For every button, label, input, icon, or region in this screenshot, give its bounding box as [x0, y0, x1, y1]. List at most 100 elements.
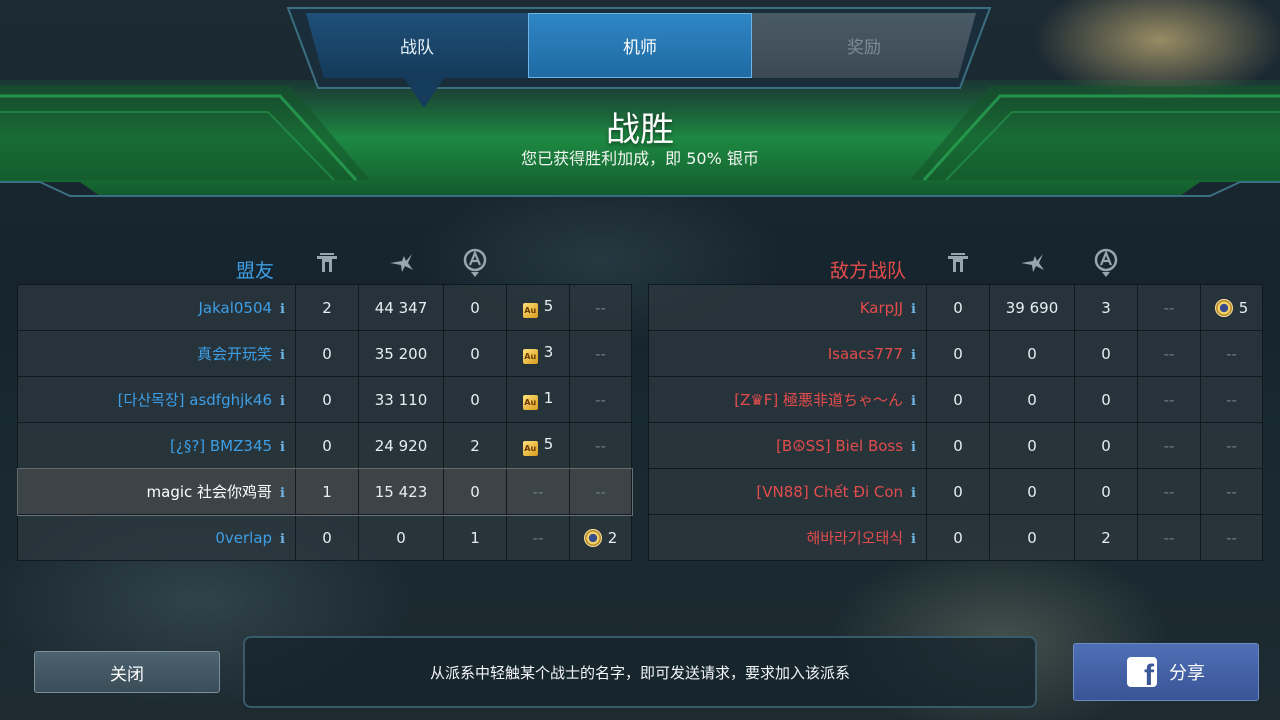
player-kills: 1	[295, 468, 359, 515]
au-icon: Au	[522, 349, 538, 364]
player-damage: 44 347	[358, 284, 444, 331]
info-icon[interactable]: i	[911, 394, 916, 409]
player-kills: 0	[295, 514, 359, 561]
player-name-cell[interactable]: magic 社会你鸡哥 i	[17, 468, 296, 515]
allies-title: 盟友	[235, 260, 274, 282]
player-award: --	[1137, 514, 1201, 561]
player-medal: --	[569, 284, 632, 331]
player-name[interactable]: [VN88] Chết Đi Con	[756, 483, 903, 501]
au-icon: Au	[522, 303, 538, 318]
close-button[interactable]: 关闭	[34, 651, 220, 693]
info-icon[interactable]: i	[911, 486, 916, 501]
info-icon[interactable]: i	[911, 348, 916, 363]
player-beacons: 2	[443, 422, 507, 469]
tab-pilot[interactable]: 机师	[528, 13, 752, 78]
player-award: --	[1137, 468, 1201, 515]
player-name-cell[interactable]: [다산목장] asdfghjk46 i	[17, 376, 296, 423]
au-icon: Au	[522, 441, 538, 456]
table-row: 0verlap i 0 0 1 -- 2	[17, 514, 632, 561]
info-icon[interactable]: i	[280, 348, 285, 363]
player-award: Au 1	[506, 376, 570, 423]
kills-icon	[944, 248, 972, 278]
info-icon[interactable]: i	[280, 394, 285, 409]
player-name-cell[interactable]: [VN88] Chết Đi Con i	[648, 468, 927, 515]
table-row: [B☮SS] Biel Boss i 0 0 0 -- --	[648, 422, 1263, 469]
info-icon[interactable]: i	[911, 302, 916, 317]
player-beacons: 0	[443, 376, 507, 423]
player-kills: 2	[295, 284, 359, 331]
medal-icon	[1214, 298, 1233, 317]
player-name-cell[interactable]: Isaacs777 i	[648, 330, 927, 377]
player-name-cell[interactable]: 해바라기오태식 i	[648, 514, 927, 561]
player-beacons: 1	[443, 514, 507, 561]
award-count: 5	[543, 435, 554, 453]
tab-reward[interactable]: 奖励	[752, 13, 976, 78]
player-name-cell[interactable]: 0verlap i	[17, 514, 296, 561]
table-row: [Z♛F] 極悪非道ちゃ～ん i 0 0 0 -- --	[648, 376, 1263, 423]
player-kills: 0	[926, 284, 990, 331]
table-row: KarpJJ i 0 39 690 3 -- 5	[648, 284, 1263, 331]
table-row: 真会开玩笑 i 0 35 200 0 Au 3 --	[17, 330, 632, 377]
player-name[interactable]: [¿§?] BMZ345	[170, 437, 272, 455]
player-name[interactable]: Jakal0504	[198, 299, 272, 317]
player-damage: 0	[358, 514, 444, 561]
medal-count: 2	[607, 528, 618, 547]
facebook-icon: f	[1127, 657, 1157, 687]
player-damage: 33 110	[358, 376, 444, 423]
player-name-cell[interactable]: Jakal0504 i	[17, 284, 296, 331]
player-name[interactable]: magic 社会你鸡哥	[147, 483, 273, 501]
player-name[interactable]: Isaacs777	[828, 345, 903, 363]
player-name[interactable]: [Z♛F] 極悪非道ちゃ～ん	[734, 391, 903, 409]
player-name[interactable]: KarpJJ	[860, 299, 903, 317]
player-kills: 0	[295, 422, 359, 469]
player-medal: 5	[1200, 284, 1263, 331]
player-beacons: 0	[443, 284, 507, 331]
kills-icon	[313, 248, 341, 278]
player-name-cell[interactable]: [¿§?] BMZ345 i	[17, 422, 296, 469]
tab-team[interactable]: 战队	[306, 13, 528, 78]
player-award: Au 3	[506, 330, 570, 377]
table-row: magic 社会你鸡哥 i 1 15 423 0 -- --	[16, 467, 633, 516]
table-row: Isaacs777 i 0 0 0 -- --	[648, 330, 1263, 377]
player-damage: 24 920	[358, 422, 444, 469]
player-name-cell[interactable]: [B☮SS] Biel Boss i	[648, 422, 927, 469]
faction-hint: 从派系中轻触某个战士的名字，即可发送请求，要求加入该派系	[243, 636, 1037, 708]
player-medal: --	[1200, 330, 1263, 377]
player-kills: 0	[926, 330, 990, 377]
player-medal: --	[1200, 422, 1263, 469]
player-kills: 0	[926, 514, 990, 561]
player-kills: 0	[926, 468, 990, 515]
player-kills: 0	[295, 376, 359, 423]
info-icon[interactable]: i	[911, 440, 916, 455]
player-medal: --	[569, 422, 632, 469]
faction-hint-text: 从派系中轻触某个战士的名字，即可发送请求，要求加入该派系	[429, 663, 850, 682]
award-count: 5	[543, 297, 554, 315]
allies-table: Jakal0504 i 2 44 347 0 Au 5 -- 真会开玩笑 i 0 35 200 0 Au 3…	[16, 284, 633, 561]
player-damage: 0	[989, 330, 1075, 377]
player-medal: --	[1200, 514, 1263, 561]
player-name[interactable]: 真会开玩笑	[197, 345, 272, 363]
player-name-cell[interactable]: [Z♛F] 極悪非道ちゃ～ん i	[648, 376, 927, 423]
info-icon[interactable]: i	[280, 440, 285, 455]
player-name[interactable]: 0verlap	[215, 529, 272, 547]
share-button[interactable]: f 分享	[1073, 643, 1259, 701]
player-name[interactable]: 해바라기오태식	[806, 529, 903, 547]
info-icon[interactable]: i	[280, 302, 285, 317]
player-name[interactable]: [B☮SS] Biel Boss	[776, 437, 903, 455]
award-count: 1	[543, 389, 554, 407]
info-icon[interactable]: i	[911, 532, 916, 547]
player-name-cell[interactable]: 真会开玩笑 i	[17, 330, 296, 377]
player-beacons: 0	[1074, 468, 1138, 515]
info-icon[interactable]: i	[280, 532, 285, 547]
player-name[interactable]: [다산목장] asdfghjk46	[118, 391, 272, 409]
player-name-cell[interactable]: KarpJJ i	[648, 284, 927, 331]
player-beacons: 0	[443, 468, 507, 515]
beacon-icon	[1092, 248, 1120, 278]
player-award: --	[506, 468, 570, 515]
table-row: [다산목장] asdfghjk46 i 0 33 110 0 Au 1 --	[17, 376, 632, 423]
player-beacons: 0	[1074, 330, 1138, 377]
enemies-title: 敌方战队	[829, 260, 906, 282]
player-medal: --	[569, 468, 632, 515]
info-icon[interactable]: i	[280, 486, 285, 501]
player-medal: --	[569, 330, 632, 377]
